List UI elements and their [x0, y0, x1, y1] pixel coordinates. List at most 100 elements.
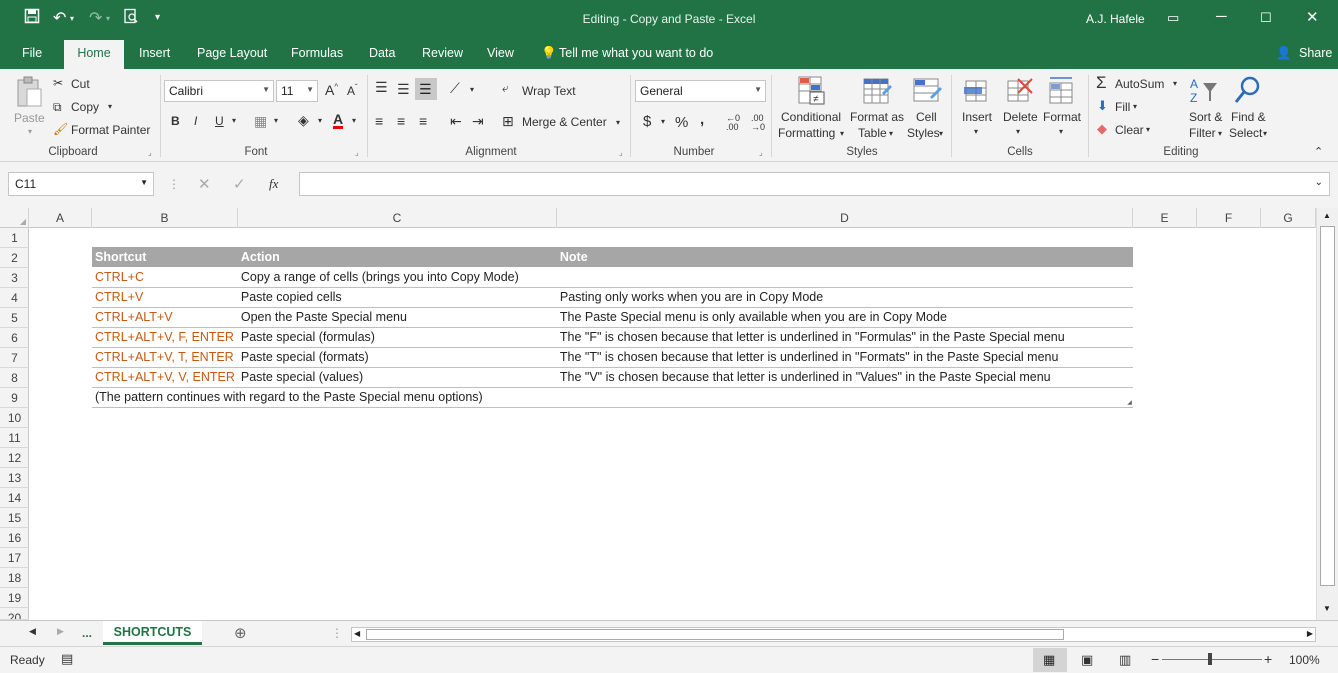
name-box[interactable]: C11 ▼ [8, 172, 154, 196]
scroll-up-icon[interactable]: ▲ [1323, 211, 1331, 220]
action-cell[interactable]: Copy a range of cells (brings you into C… [237, 267, 557, 288]
row-header[interactable]: 14 [0, 488, 29, 508]
close-icon[interactable]: ✕ [1306, 8, 1319, 26]
row-header[interactable]: 18 [0, 568, 29, 588]
macro-record-icon[interactable]: ▤ [61, 651, 73, 667]
shortcut-cell[interactable]: CTRL+ALT+V [92, 307, 238, 328]
note-cell[interactable]: Pasting only works when you are in Copy … [556, 287, 1133, 308]
clipboard-icon[interactable] [14, 75, 44, 109]
vertical-scroll-thumb[interactable] [1320, 226, 1335, 586]
paste-dropdown-icon[interactable]: ▾ [28, 127, 32, 136]
orientation-icon[interactable]: ⟋ [450, 80, 460, 97]
italic-button[interactable]: I [194, 114, 197, 128]
row-header[interactable]: 1 [0, 228, 29, 248]
row-header[interactable]: 17 [0, 548, 29, 568]
select-all-corner[interactable]: ◢ [0, 208, 29, 228]
currency-dropdown-icon[interactable]: ▾ [661, 117, 665, 126]
shortcut-cell[interactable]: CTRL+ALT+V, V, ENTER [92, 367, 238, 388]
header-shortcut[interactable]: Shortcut [92, 247, 238, 267]
scroll-down-icon[interactable]: ▼ [1323, 604, 1331, 613]
row-header[interactable]: 8 [0, 368, 29, 388]
delete-button[interactable]: Delete [1003, 110, 1038, 124]
column-header[interactable]: G [1261, 208, 1316, 228]
increase-decimal-icon[interactable]: ←0.00 [726, 114, 740, 132]
copy-button[interactable]: Copy [71, 100, 99, 114]
comma-button[interactable]: , [700, 111, 704, 128]
format-button[interactable]: Format [1043, 110, 1081, 124]
sheet-tab-shortcuts[interactable]: SHORTCUTS [103, 621, 202, 645]
restore-icon[interactable]: ☐ [1260, 10, 1272, 26]
borders-icon[interactable]: ▦ [254, 113, 267, 130]
font-size-select[interactable]: 11 ▼ [276, 80, 318, 102]
shortcut-cell[interactable]: CTRL+ALT+V, T, ENTER [92, 347, 238, 368]
tab-home[interactable]: Home [64, 40, 124, 69]
table-resize-handle[interactable]: ◢ [1127, 399, 1132, 406]
header-note[interactable]: Note [556, 247, 1133, 267]
action-cell[interactable]: Paste special (values) [237, 367, 557, 388]
horizontal-scroll-thumb[interactable] [366, 629, 1064, 640]
orientation-dropdown-icon[interactable]: ▾ [470, 85, 474, 94]
insert-button[interactable]: Insert [962, 110, 992, 124]
note-cell[interactable]: The "V" is chosen because that letter is… [556, 367, 1133, 388]
vertical-scrollbar[interactable]: ▲ ▼ [1316, 208, 1338, 620]
align-middle-icon[interactable]: ☰ [397, 81, 410, 98]
align-left-icon[interactable]: ≡ [375, 113, 383, 129]
align-right-icon[interactable]: ≡ [419, 113, 427, 129]
column-header[interactable]: A [29, 208, 92, 228]
row-header[interactable]: 12 [0, 448, 29, 468]
action-cell[interactable]: Paste special (formats) [237, 347, 557, 368]
column-header[interactable]: B [92, 208, 238, 228]
page-break-view-icon[interactable]: ▥ [1119, 652, 1131, 668]
row-header[interactable]: 10 [0, 408, 29, 428]
note-cell[interactable] [556, 267, 1133, 288]
conditional-formatting-button[interactable]: Conditional [781, 110, 841, 124]
increase-font-icon[interactable]: A^ [325, 82, 338, 98]
shortcut-cell[interactable]: CTRL+V [92, 287, 238, 308]
clear-dropdown-icon[interactable]: ▾ [1146, 125, 1150, 134]
column-header[interactable]: E [1133, 208, 1197, 228]
tell-me-search[interactable]: Tell me what you want to do [559, 46, 713, 60]
tab-view[interactable]: View [487, 46, 514, 60]
font-launcher-icon[interactable]: ⌟ [355, 148, 359, 157]
shortcut-cell[interactable]: CTRL+ALT+V, F, ENTER [92, 327, 238, 348]
tab-data[interactable]: Data [369, 46, 395, 60]
alignment-launcher-icon[interactable]: ⌟ [619, 148, 623, 157]
currency-button[interactable]: $ [643, 113, 651, 130]
shortcut-cell[interactable]: CTRL+C [92, 267, 238, 288]
increase-indent-icon[interactable]: ⇥ [472, 113, 484, 130]
cell-styles-button[interactable]: Cell [916, 110, 937, 124]
prev-sheet-icon[interactable]: ◀ [29, 626, 36, 637]
copy-dropdown-icon[interactable]: ▾ [108, 102, 112, 111]
row-header[interactable]: 9 [0, 388, 29, 408]
font-color-dropdown-icon[interactable]: ▾ [352, 116, 356, 125]
underline-button[interactable]: U [215, 114, 224, 128]
worksheet-grid[interactable]: Shortcut Action Note CTRL+C Copy a range… [29, 228, 1316, 620]
fill-dropdown-icon[interactable]: ▾ [1133, 102, 1137, 111]
borders-dropdown-icon[interactable]: ▾ [274, 116, 278, 125]
merge-center-button[interactable]: Merge & Center [522, 115, 607, 129]
bold-button[interactable]: B [171, 114, 180, 128]
format-as-table-button[interactable]: Format as [850, 110, 904, 124]
enter-icon[interactable]: ✓ [233, 175, 246, 193]
align-top-icon[interactable]: ☰ [375, 79, 388, 96]
minimize-icon[interactable]: ─ [1216, 8, 1227, 25]
ribbon-display-icon[interactable]: ▭ [1167, 10, 1179, 26]
autosum-button[interactable]: AutoSum [1115, 77, 1164, 91]
column-header[interactable]: C [238, 208, 557, 228]
zoom-in-icon[interactable]: + [1264, 651, 1272, 667]
percent-button[interactable]: % [675, 114, 688, 131]
align-center-icon[interactable]: ≡ [397, 113, 405, 129]
new-sheet-icon[interactable]: ⊕ [234, 624, 247, 642]
zoom-out-icon[interactable]: − [1151, 651, 1159, 667]
column-header[interactable]: F [1197, 208, 1261, 228]
row-header[interactable]: 5 [0, 308, 29, 328]
tab-formulas[interactable]: Formulas [291, 46, 343, 60]
autosum-dropdown-icon[interactable]: ▾ [1173, 79, 1177, 88]
footer-cell[interactable]: (The pattern continues with regard to th… [92, 387, 1133, 408]
action-cell[interactable]: Paste copied cells [237, 287, 557, 308]
cancel-icon[interactable]: ✕ [198, 175, 211, 193]
merge-dropdown-icon[interactable]: ▾ [616, 118, 620, 127]
tab-file[interactable]: File [22, 46, 42, 60]
font-name-select[interactable]: Calibri ▼ [164, 80, 274, 102]
user-name[interactable]: A.J. Hafele [1086, 12, 1145, 26]
